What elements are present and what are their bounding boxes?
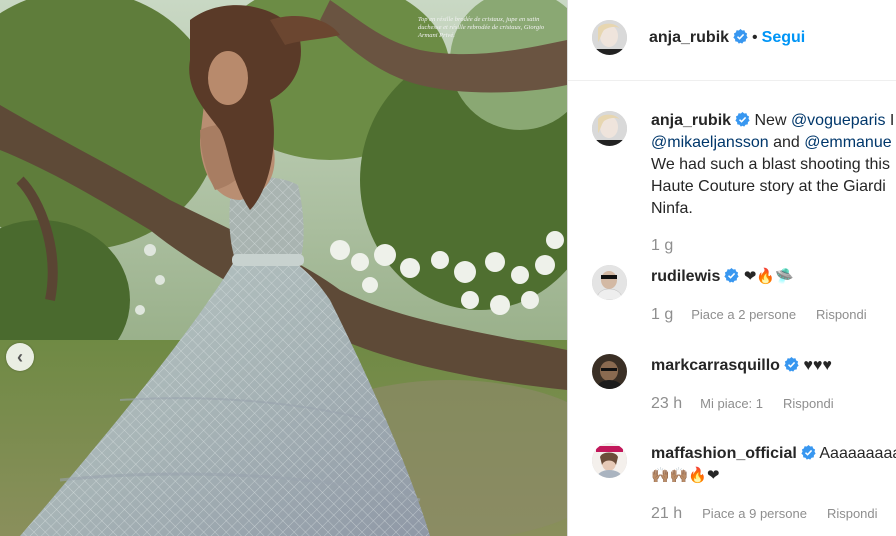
reply-button[interactable]: Rispondi [816,307,867,322]
mention-link[interactable]: @emmanue [804,134,891,151]
post-caption: anja_rubik New @vogueparis I @mikaeljans… [651,110,896,220]
avatar[interactable] [592,20,627,55]
comment-meta: 21 h Piace a 9 persone Rispondi [651,505,878,523]
verified-badge-icon [801,445,816,460]
comment-item: markcarrasquillo ♥♥♥ [651,355,832,377]
post-photo[interactable]: Top en résille brodée de cristaux, jupe … [0,0,567,536]
header-user-line: anja_rubik • Segui [649,29,805,47]
verified-badge-icon [724,268,739,283]
verified-badge-icon [735,112,750,127]
comment-likes[interactable]: Mi piace: 1 [700,396,763,411]
previous-image-button[interactable]: ‹ [6,343,34,371]
comment-timestamp[interactable]: 1 g [651,306,673,323]
comment-text: ❤🔥🛸 [743,268,794,285]
comment-text: ♥♥♥ [803,357,832,374]
mention-link[interactable]: @mikaeljansson [651,134,769,151]
caption-username[interactable]: anja_rubik [651,112,731,129]
caption-text-cont: I [885,112,895,129]
comment-likes[interactable]: Piace a 2 persone [691,307,796,322]
caption-timestamp[interactable]: 1 g [651,237,673,255]
post-header: anja_rubik • Segui [568,0,896,81]
follow-button[interactable]: Segui [762,29,806,46]
comment-likes[interactable]: Piace a 9 persone [702,506,807,521]
verified-badge-icon [733,29,748,44]
comment-username[interactable]: rudilewis [651,268,720,285]
comment-username[interactable]: markcarrasquillo [651,357,780,374]
chevron-left-icon: ‹ [17,347,23,367]
comment-text: Aaaaaaaaa [819,445,896,462]
comment-avatar[interactable] [592,265,627,300]
comment-avatar[interactable] [592,443,627,478]
reply-button[interactable]: Rispondi [827,506,878,521]
caption-line-2: @mikaeljansson and @emmanue [651,132,896,154]
caption-line-1: anja_rubik New @vogueparis I [651,110,896,132]
comment-avatar[interactable] [592,354,627,389]
caption-avatar[interactable] [592,111,627,146]
comments-panel: anja_rubik • Segui anja_rubik New @voguepa… [568,0,896,536]
header-username[interactable]: anja_rubik [649,29,729,46]
reply-button[interactable]: Rispondi [783,396,834,411]
comment-timestamp[interactable]: 23 h [651,395,682,412]
comment-item: rudilewis ❤🔥🛸 [651,266,794,288]
caption-text-start: New [754,112,791,129]
comment-item: maffashion_official Aaaaaaaaa 🙌🏽🙌🏽🔥❤ [651,443,896,487]
caption-line-3: We had such a blast shooting this [651,156,890,173]
header-separator: • [752,29,758,46]
caption-line-5: Ninfa. [651,200,693,217]
caption-line-4: Haute Couture story at the Giardi [651,178,886,195]
photo-caption-text: Top en résille brodée de cristaux, jupe … [418,16,545,39]
verified-badge-icon [784,357,799,372]
comment-meta: 1 g Piace a 2 persone Rispondi [651,306,867,324]
comment-text-line2: 🙌🏽🙌🏽🔥❤ [651,467,720,484]
comment-username[interactable]: maffashion_official [651,445,797,462]
photo-illustration [0,0,567,536]
mention-link[interactable]: @vogueparis [791,112,886,129]
comment-timestamp[interactable]: 21 h [651,505,682,522]
comment-meta: 23 h Mi piace: 1 Rispondi [651,395,834,413]
caption-text-and: and [768,134,805,151]
